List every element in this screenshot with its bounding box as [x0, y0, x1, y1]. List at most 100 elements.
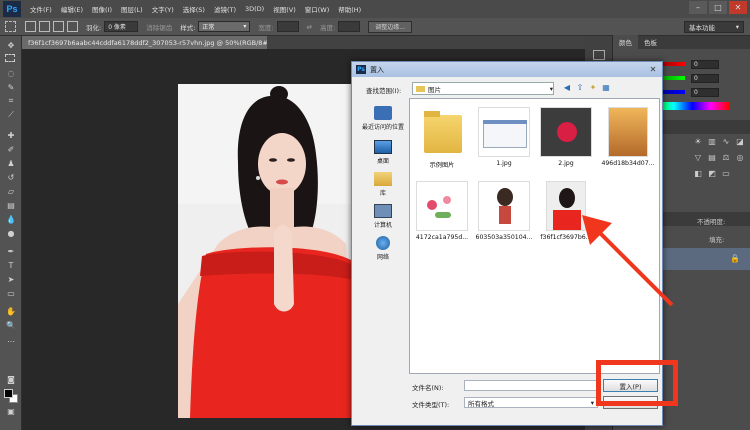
minimize-button[interactable]: – — [689, 1, 707, 14]
tool-quick-mask[interactable]: ◙ — [5, 374, 17, 384]
antialias-checkbox[interactable]: 消除锯齿 — [146, 22, 172, 32]
place-recent-label: 最近访问的位置 — [361, 124, 404, 131]
gradient-icon: ▤ — [7, 200, 15, 210]
new-folder-icon[interactable]: ✦ — [588, 82, 598, 93]
height-input[interactable] — [338, 21, 361, 32]
tool-marquee[interactable] — [5, 54, 17, 64]
tool-shape[interactable]: ▭ — [5, 288, 17, 298]
width-input[interactable] — [276, 21, 299, 32]
tool-eyedropper[interactable]: ⟋ — [5, 110, 17, 120]
style-select[interactable]: 正常 ▾ — [198, 21, 251, 32]
tool-type[interactable]: T — [5, 260, 17, 270]
tool-lasso[interactable]: ◌ — [5, 68, 17, 78]
menu-layer[interactable]: 图层(L) — [121, 4, 143, 14]
tool-move[interactable]: ✥ — [5, 40, 17, 50]
eraser-icon: ▱ — [7, 186, 15, 196]
tab-swatches[interactable]: 色板 — [638, 35, 663, 49]
exposure-icon[interactable]: ◪ — [735, 136, 745, 146]
balance-icon[interactable]: ⚖ — [721, 152, 731, 162]
tool-healing[interactable]: ✚ — [5, 130, 17, 140]
restore-button[interactable]: □ — [709, 1, 727, 14]
tool-extra[interactable]: ⋯ — [5, 336, 17, 346]
tool-hand[interactable]: ✋ — [5, 306, 17, 316]
menu-edit[interactable]: 编辑(E) — [61, 4, 83, 14]
history-icon[interactable] — [593, 50, 605, 60]
height-label: 高度: — [320, 23, 336, 32]
filename-input[interactable] — [464, 380, 598, 391]
file-item-1jpg[interactable]: 1.jpg — [472, 107, 536, 167]
file-item-6035[interactable]: 603503a350104... — [472, 181, 536, 241]
canvas-image — [178, 84, 354, 418]
up-folder-icon[interactable]: ⇧ — [575, 82, 585, 93]
tool-screen-mode[interactable]: ▣ — [5, 388, 17, 416]
invert-icon[interactable]: ◧ — [693, 168, 703, 178]
document-tab[interactable]: f36f1cf3697b6aabc44cddfa6178ddf2_307053-… — [22, 36, 267, 49]
add-selection-icon[interactable] — [39, 21, 50, 32]
tool-crop[interactable]: ⌗ — [5, 96, 17, 106]
file-item-496d[interactable]: 496d18b34d07... — [596, 107, 660, 167]
threshold-icon[interactable]: ◩ — [707, 168, 717, 178]
document-tab-title: f36f1cf3697b6aabc44cddfa6178ddf2_307053-… — [28, 38, 267, 47]
file-item-sample-pictures[interactable]: 示例图片 — [410, 107, 474, 169]
workspace-select[interactable]: 基本功能 ▾ — [684, 21, 744, 33]
menu-file[interactable]: 文件(F) — [30, 4, 52, 14]
refine-edge-button[interactable]: 调整边缘... — [368, 20, 412, 33]
rectangle-icon: ▭ — [7, 288, 15, 298]
file-item-4172[interactable]: 4172ca1a795d... — [410, 181, 474, 241]
brightness-icon[interactable]: ☀ — [693, 136, 703, 146]
look-in-select[interactable]: 图片 ▾ — [412, 82, 554, 95]
menu-image[interactable]: 图像(I) — [92, 4, 112, 14]
menu-3d[interactable]: 3D(D) — [245, 5, 264, 13]
place-libraries[interactable]: 库 — [358, 172, 408, 197]
green-value[interactable]: 0 — [691, 73, 719, 83]
ps-small-logo: Ps — [356, 65, 366, 74]
menu-window[interactable]: 窗口(W) — [305, 4, 330, 14]
tool-zoom[interactable]: 🔍 — [5, 320, 17, 330]
vibrance-icon[interactable]: ▽ — [693, 152, 703, 162]
menu-filter[interactable]: 滤镜(T) — [214, 4, 236, 14]
red-value[interactable]: 0 — [691, 59, 719, 69]
blue-value[interactable]: 0 — [691, 87, 719, 97]
view-menu-icon[interactable]: ▦ — [601, 82, 611, 93]
swap-icon[interactable]: ⇄ — [307, 23, 312, 31]
close-window-button[interactable]: ✕ — [729, 1, 747, 14]
tool-path-select[interactable]: ➤ — [5, 274, 17, 284]
sunset-thumbnail — [608, 107, 648, 157]
menu-type[interactable]: 文字(Y) — [152, 4, 174, 14]
tool-history-brush[interactable]: ↺ — [5, 172, 17, 182]
tool-pen[interactable]: ✒ — [5, 246, 17, 256]
curves-icon[interactable]: ∿ — [721, 136, 731, 146]
place-desktop[interactable]: 桌面 — [358, 140, 408, 165]
tool-eraser[interactable]: ▱ — [5, 186, 17, 196]
photo-filter-icon[interactable]: ◎ — [735, 152, 745, 162]
place-computer[interactable]: 计算机 — [358, 204, 408, 229]
tool-dodge[interactable]: ● — [5, 228, 17, 238]
feather-label: 羽化: — [86, 23, 102, 32]
flowers-thumbnail — [416, 181, 468, 231]
place-network[interactable]: 网络 — [358, 236, 408, 261]
tab-color[interactable]: 颜色 — [613, 35, 638, 49]
eyedropper-icon: ⟋ — [8, 110, 14, 119]
tool-gradient[interactable]: ▤ — [5, 200, 17, 210]
quick-select-icon: ✎ — [7, 82, 15, 92]
hue-icon[interactable]: ▤ — [707, 152, 717, 162]
back-icon[interactable]: ◀ — [562, 82, 572, 93]
menu-view[interactable]: 视图(V) — [273, 4, 296, 14]
menu-help[interactable]: 帮助(H) — [338, 4, 361, 14]
tool-quick-select[interactable]: ✎ — [5, 82, 17, 92]
marquee-preset-icon[interactable] — [5, 21, 16, 32]
tool-brush[interactable]: ✐ — [5, 144, 17, 154]
new-selection-icon[interactable] — [25, 21, 36, 32]
intersect-selection-icon[interactable] — [67, 21, 78, 32]
feather-input[interactable]: 0 像素 — [104, 21, 139, 32]
file-item-2jpg[interactable]: 2.jpg — [534, 107, 598, 167]
subtract-selection-icon[interactable] — [53, 21, 64, 32]
filetype-select[interactable]: 所有格式 ▾ — [464, 397, 598, 408]
levels-icon[interactable]: ▥ — [707, 136, 717, 146]
gradient-map-icon[interactable]: ▭ — [721, 168, 731, 178]
tool-stamp[interactable]: ♟ — [5, 158, 17, 168]
dialog-close-button[interactable]: ✕ — [646, 64, 660, 75]
menu-select[interactable]: 选择(S) — [183, 4, 205, 14]
tool-blur[interactable]: 💧 — [5, 214, 17, 224]
place-recent[interactable]: 最近访问的位置 — [358, 106, 408, 131]
